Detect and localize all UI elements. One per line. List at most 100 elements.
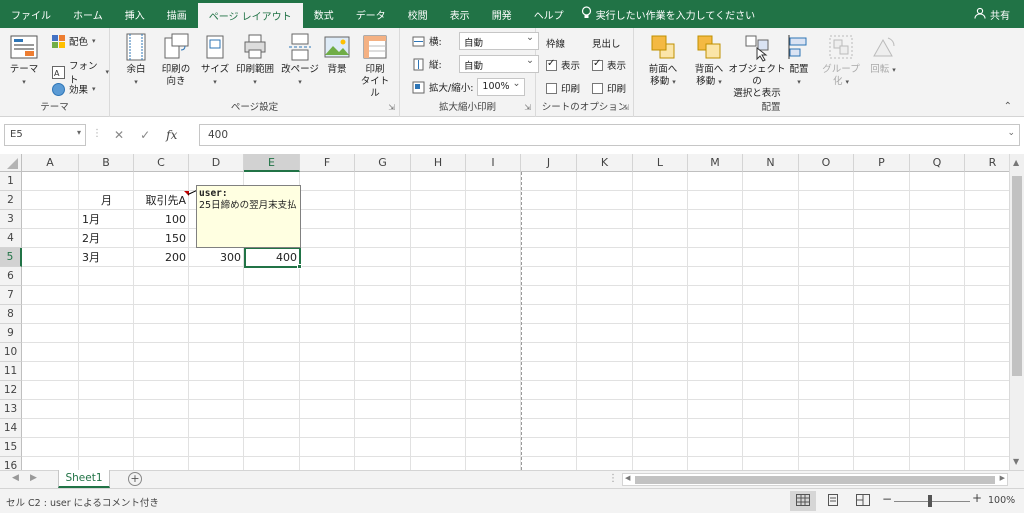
print-area-button[interactable]: 印刷範囲 ▾ xyxy=(234,32,276,88)
row-header-3[interactable]: 3 xyxy=(0,210,22,229)
column-header-r[interactable]: R xyxy=(965,154,1009,172)
column-header-p[interactable]: P xyxy=(854,154,910,172)
tab-insert[interactable]: 挿入 xyxy=(114,0,156,28)
share-button[interactable]: 共有 xyxy=(974,0,1010,28)
cell-b5[interactable]: 3月 xyxy=(79,248,134,267)
collapse-ribbon-icon[interactable]: ⌃ xyxy=(1004,101,1012,112)
sheet-options-launcher-icon[interactable]: ⇲ xyxy=(622,103,629,112)
enter-icon[interactable]: ✓ xyxy=(140,128,150,142)
name-box[interactable]: E5 ▾ xyxy=(4,124,86,146)
tab-developer[interactable]: 開発 xyxy=(481,0,523,28)
scroll-right-icon[interactable]: ▶ xyxy=(1000,474,1005,482)
cell-b3[interactable]: 1月 xyxy=(79,210,134,229)
fill-handle[interactable] xyxy=(297,264,302,269)
bring-forward-button[interactable]: 前面へ 移動 ▾ xyxy=(642,32,684,88)
row-header-7[interactable]: 7 xyxy=(0,286,22,305)
margins-button[interactable]: 余白 ▾ xyxy=(118,32,154,88)
column-header-q[interactable]: Q xyxy=(910,154,965,172)
row-header-14[interactable]: 14 xyxy=(0,419,22,438)
scroll-left-icon[interactable]: ◀ xyxy=(625,474,630,482)
column-header-i[interactable]: I xyxy=(466,154,521,172)
column-header-k[interactable]: K xyxy=(577,154,633,172)
splitter-dots-icon[interactable]: ⋮ xyxy=(608,473,618,484)
zoom-out-icon[interactable]: − xyxy=(882,492,892,506)
page-setup-launcher-icon[interactable]: ⇲ xyxy=(388,103,395,112)
zoom-slider[interactable] xyxy=(894,501,970,502)
cell-c2[interactable]: 取引先A xyxy=(134,191,189,210)
prev-sheet-icon[interactable]: ◀ xyxy=(12,473,19,483)
tab-view[interactable]: 表示 xyxy=(439,0,481,28)
cell-c3[interactable]: 100 xyxy=(134,210,189,229)
column-header-g[interactable]: G xyxy=(355,154,411,172)
row-header-1[interactable]: 1 xyxy=(0,172,22,191)
row-header-11[interactable]: 11 xyxy=(0,362,22,381)
print-titles-button[interactable]: 印刷 タイトル xyxy=(358,32,392,100)
zoom-slider-knob[interactable] xyxy=(928,495,932,507)
column-header-e[interactable]: E xyxy=(244,154,300,172)
scroll-up-icon[interactable]: ▲ xyxy=(1013,158,1019,167)
rotate-button[interactable]: 回転 ▾ xyxy=(868,32,898,76)
tab-data[interactable]: データ xyxy=(345,0,397,28)
tab-review[interactable]: 校閲 xyxy=(397,0,439,28)
headings-view-checkbox[interactable]: 表示 xyxy=(592,58,626,72)
effects-button[interactable]: 効果 ▾ xyxy=(52,82,96,96)
row-header-6[interactable]: 6 xyxy=(0,267,22,286)
column-header-d[interactable]: D xyxy=(189,154,244,172)
send-backward-button[interactable]: 背面へ 移動 ▾ xyxy=(688,32,730,88)
gridlines-view-checkbox[interactable]: 表示 xyxy=(546,58,580,72)
row-header-13[interactable]: 13 xyxy=(0,400,22,419)
column-header-f[interactable]: F xyxy=(300,154,355,172)
cancel-icon[interactable]: ✕ xyxy=(114,128,124,142)
colors-button[interactable]: 配色 ▾ xyxy=(52,34,96,48)
column-header-o[interactable]: O xyxy=(799,154,854,172)
scale-launcher-icon[interactable]: ⇲ xyxy=(524,103,531,112)
comment-box[interactable]: user: 25日締めの翌月末支払 xyxy=(196,185,301,248)
scale-percent-input[interactable]: 100% xyxy=(477,78,526,96)
sheet-tab-sheet1[interactable]: Sheet1 xyxy=(58,470,110,488)
zoom-in-icon[interactable]: + xyxy=(972,491,982,505)
tab-page-layout[interactable]: ページ レイアウト xyxy=(197,3,303,28)
zoom-level[interactable]: 100% xyxy=(988,495,1015,506)
headings-print-checkbox[interactable]: 印刷 xyxy=(592,81,626,95)
column-header-n[interactable]: N xyxy=(743,154,799,172)
row-header-5[interactable]: 5 xyxy=(0,248,22,267)
cell-c4[interactable]: 150 xyxy=(134,229,189,248)
cell-d5[interactable]: 300 xyxy=(189,248,244,267)
tab-home[interactable]: ホーム xyxy=(62,0,114,28)
column-header-h[interactable]: H xyxy=(411,154,466,172)
breaks-button[interactable]: 改ページ ▾ xyxy=(280,32,320,88)
horizontal-scroll-thumb[interactable] xyxy=(635,476,995,484)
tell-me-box[interactable]: 実行したい作業を入力してください xyxy=(581,0,755,28)
themes-button[interactable]: テーマ ▾ xyxy=(6,32,42,88)
select-all-corner[interactable] xyxy=(0,154,22,172)
formula-input[interactable]: 400 ⌄ xyxy=(199,124,1020,146)
column-header-m[interactable]: M xyxy=(688,154,743,172)
horizontal-scrollbar[interactable]: ◀ ▶ xyxy=(622,473,1008,486)
add-sheet-icon[interactable]: + xyxy=(128,472,142,486)
column-header-c[interactable]: C xyxy=(134,154,189,172)
vertical-scrollbar[interactable]: ▲ ▼ xyxy=(1009,154,1024,470)
row-header-15[interactable]: 15 xyxy=(0,438,22,457)
column-header-j[interactable]: J xyxy=(521,154,577,172)
column-header-l[interactable]: L xyxy=(633,154,688,172)
next-sheet-icon[interactable]: ▶ xyxy=(30,473,37,483)
column-header-a[interactable]: A xyxy=(22,154,79,172)
column-header-b[interactable]: B xyxy=(79,154,134,172)
orientation-button[interactable]: 印刷の 向き xyxy=(156,32,196,88)
tab-file[interactable]: ファイル xyxy=(0,0,62,28)
splitter-dots-icon[interactable]: ⋮ xyxy=(92,128,102,139)
row-header-12[interactable]: 12 xyxy=(0,381,22,400)
worksheet-grid[interactable]: ABCDEFGHIJKLMNOPQR 1 2 3 4 5 6 7 8 9 10 11 12 13 14 15… xyxy=(0,154,1009,470)
page-layout-view-button[interactable] xyxy=(820,491,846,511)
row-header-4[interactable]: 4 xyxy=(0,229,22,248)
row-header-2[interactable]: 2 xyxy=(0,191,22,210)
row-header-10[interactable]: 10 xyxy=(0,343,22,362)
tab-draw[interactable]: 描画 xyxy=(156,0,198,28)
tab-formulas[interactable]: 数式 xyxy=(303,0,345,28)
vertical-scroll-thumb[interactable] xyxy=(1012,176,1022,376)
group-objects-button[interactable]: グループ化 ▾ xyxy=(818,32,864,88)
page-break-preview-button[interactable] xyxy=(850,491,876,511)
tab-help[interactable]: ヘルプ xyxy=(523,0,575,28)
row-header-16[interactable]: 16 xyxy=(0,457,22,470)
expand-formula-icon[interactable]: ⌄ xyxy=(1007,128,1015,138)
